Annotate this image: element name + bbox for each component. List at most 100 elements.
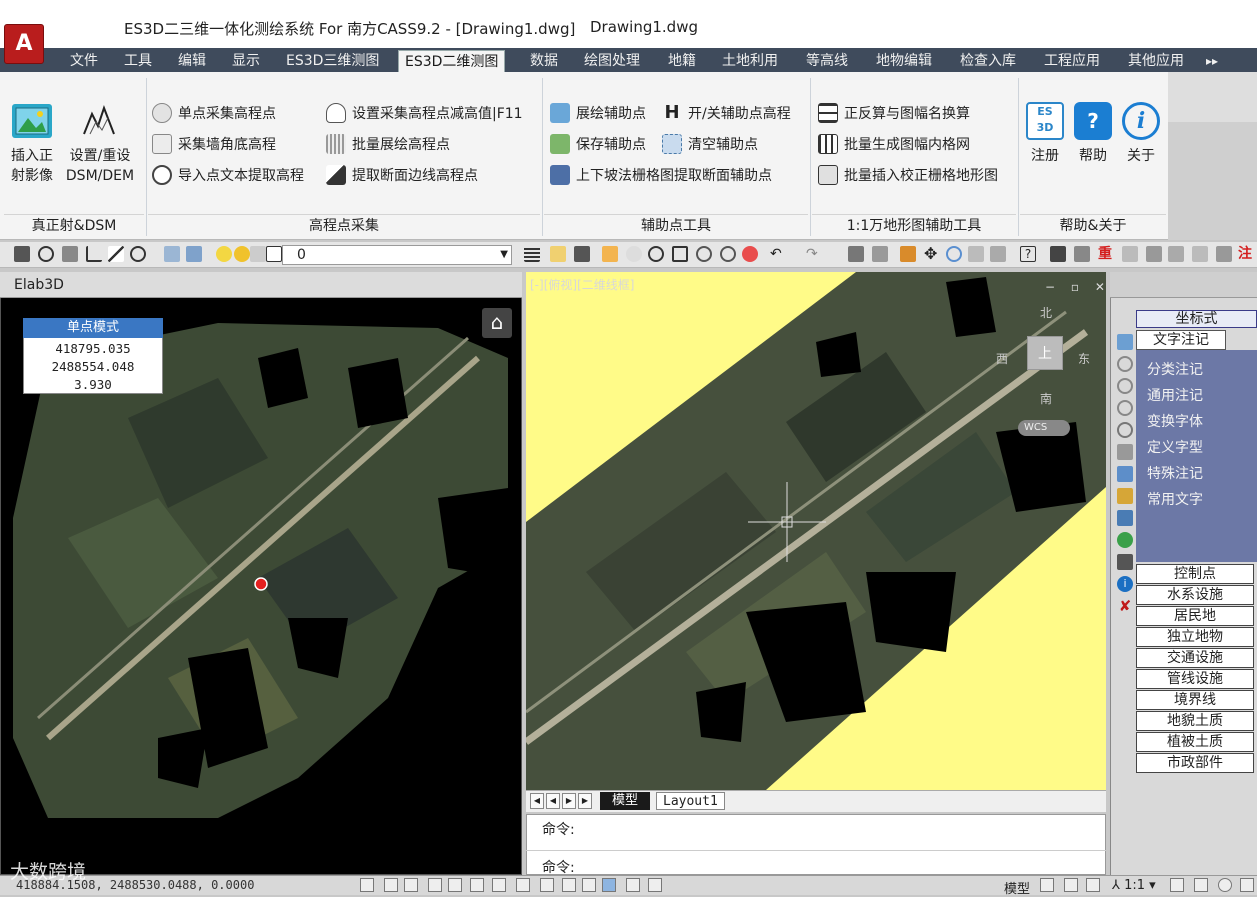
first-tab-icon[interactable]: ◀ bbox=[530, 793, 544, 809]
undo-panel-icon[interactable] bbox=[1117, 444, 1133, 460]
edit-pen-icon[interactable] bbox=[1117, 488, 1133, 504]
gear-icon[interactable] bbox=[1218, 878, 1232, 892]
traffic-facility-button[interactable]: 交通设施 bbox=[1136, 648, 1254, 668]
color-square-icon[interactable] bbox=[266, 246, 282, 262]
tab-land-use[interactable]: 土地利用 bbox=[716, 50, 784, 72]
zoom-previous-icon[interactable] bbox=[696, 246, 712, 262]
transparency-icon[interactable] bbox=[626, 878, 640, 892]
zoom-icon[interactable] bbox=[648, 246, 664, 262]
water-facility-button[interactable]: 水系设施 bbox=[1136, 585, 1254, 605]
control-point-button[interactable]: 控制点 bbox=[1136, 564, 1254, 584]
insert-image-icon[interactable] bbox=[12, 104, 52, 138]
quick-view-icon[interactable] bbox=[1064, 878, 1078, 892]
info-icon[interactable]: i bbox=[1117, 576, 1133, 592]
snap-icon[interactable] bbox=[14, 246, 30, 262]
map-sheet-conversion-button[interactable]: 正反算与图幅名换算 bbox=[818, 103, 970, 123]
municipal-parts-button[interactable]: 市政部件 bbox=[1136, 753, 1254, 773]
import-text-elevation-button[interactable]: 导入点文本提取高程 bbox=[152, 165, 304, 185]
landform-soil-button[interactable]: 地貌土质 bbox=[1136, 711, 1254, 731]
batch-grid-button[interactable]: 批量生成图幅内格网 bbox=[818, 134, 970, 154]
list-item[interactable]: 特殊注记 bbox=[1147, 463, 1203, 483]
toggle-aux-elevation-button[interactable]: H 开/关辅助点高程 bbox=[662, 103, 790, 123]
plot-aux-points-button[interactable]: 展绘辅助点 bbox=[550, 103, 646, 123]
refresh-icon[interactable] bbox=[1117, 532, 1133, 548]
tab-display[interactable]: 显示 bbox=[226, 50, 266, 72]
tab-contour[interactable]: 等高线 bbox=[800, 50, 854, 72]
center-snap-icon[interactable] bbox=[38, 246, 54, 262]
annotation-scale[interactable]: ⅄ 1:1 ▾ bbox=[1112, 878, 1156, 893]
prev-tab-icon[interactable]: ◀ bbox=[546, 793, 560, 809]
tab-cadastre[interactable]: 地籍 bbox=[662, 50, 702, 72]
perpendicular-icon[interactable] bbox=[86, 246, 102, 262]
aerial-3d-terrain[interactable] bbox=[8, 318, 518, 828]
zoom-window-icon[interactable] bbox=[672, 246, 688, 262]
check-icon[interactable] bbox=[1074, 246, 1090, 262]
bulb-icon[interactable] bbox=[216, 246, 232, 262]
save-aux-points-button[interactable]: 保存辅助点 bbox=[550, 134, 646, 154]
dynamic-input-icon[interactable] bbox=[562, 878, 576, 892]
list-item[interactable]: 定义字型 bbox=[1147, 437, 1203, 457]
heavy-icon[interactable]: 重 bbox=[1098, 246, 1114, 262]
save-icon[interactable] bbox=[574, 246, 590, 262]
wcs-dropdown[interactable]: WCS bbox=[1018, 420, 1070, 436]
batch-insert-raster-button[interactable]: 批量插入校正栅格地形图 bbox=[818, 165, 998, 185]
grid-display-icon[interactable] bbox=[404, 878, 418, 892]
layout-grid-icon[interactable] bbox=[1040, 878, 1054, 892]
viewport-window-controls[interactable]: − ▫ ✕ bbox=[1045, 280, 1111, 294]
open-folder-icon[interactable] bbox=[550, 246, 566, 262]
object-snap-icon[interactable] bbox=[470, 878, 484, 892]
tab-layout1[interactable]: Layout1 bbox=[656, 792, 725, 810]
vegetation-soil-button[interactable]: 植被土质 bbox=[1136, 732, 1254, 752]
tab-overflow-arrow-icon[interactable]: ▸▸ bbox=[1200, 50, 1224, 72]
tab-drawing[interactable]: 绘图处理 bbox=[578, 50, 646, 72]
trim-icon[interactable] bbox=[968, 246, 984, 262]
extend-icon[interactable] bbox=[990, 246, 1006, 262]
app-menu-button[interactable]: A bbox=[4, 24, 44, 64]
search-alt-icon[interactable] bbox=[1117, 378, 1133, 394]
pan-hand-icon[interactable] bbox=[626, 246, 642, 262]
tab-other[interactable]: 其他应用 bbox=[1122, 50, 1190, 72]
independent-feature-button[interactable]: 独立地物 bbox=[1136, 627, 1254, 647]
list-item[interactable]: 常用文字 bbox=[1147, 489, 1203, 509]
snap-tracking-icon[interactable] bbox=[492, 878, 506, 892]
annotate-icon[interactable] bbox=[1192, 246, 1208, 262]
command-input[interactable]: 命令: bbox=[542, 857, 575, 877]
layers-icon[interactable] bbox=[1117, 334, 1133, 350]
design-center-icon[interactable] bbox=[872, 246, 888, 262]
wall-corner-elevation-button[interactable]: 采集墙角底高程 bbox=[152, 134, 276, 154]
lock-ui-icon[interactable] bbox=[1240, 878, 1254, 892]
linetype-icon[interactable] bbox=[524, 246, 540, 262]
layer-dropdown[interactable]: 0 ▼ bbox=[282, 245, 512, 265]
about-info-icon[interactable]: i bbox=[1122, 102, 1160, 140]
stairs-icon[interactable] bbox=[1168, 246, 1184, 262]
dsm-settings-icon[interactable] bbox=[82, 104, 116, 138]
register-icon[interactable]: ES 3D bbox=[1026, 102, 1064, 140]
quick-view-drawings-icon[interactable] bbox=[1086, 878, 1100, 892]
viewport-label[interactable]: [-][俯视][二维线框] bbox=[530, 276, 634, 293]
export-icon[interactable] bbox=[1117, 510, 1133, 526]
about-button[interactable]: 关于 bbox=[1120, 146, 1162, 166]
selection-cycling-icon[interactable] bbox=[648, 878, 662, 892]
list-item[interactable]: 通用注记 bbox=[1147, 385, 1203, 405]
ortho-mode-icon[interactable] bbox=[428, 878, 442, 892]
grid-mode-icon[interactable] bbox=[384, 878, 398, 892]
table-icon[interactable] bbox=[1117, 554, 1133, 570]
zoom-in-icon[interactable] bbox=[1117, 400, 1133, 416]
register-button[interactable]: 注册 bbox=[1024, 146, 1066, 166]
redo-icon[interactable]: ↷ bbox=[806, 246, 822, 262]
angle-mode-icon[interactable] bbox=[516, 878, 530, 892]
search-icon[interactable] bbox=[1117, 356, 1133, 372]
help-button[interactable]: 帮助 bbox=[1072, 146, 1114, 166]
drawing-viewport[interactable] bbox=[526, 272, 1106, 790]
zoom-realtime-icon[interactable] bbox=[742, 246, 758, 262]
tab-check[interactable]: 检查入库 bbox=[954, 50, 1022, 72]
note-icon[interactable]: 注 bbox=[1238, 246, 1254, 262]
text-annotation-title[interactable]: 文字注记 bbox=[1136, 330, 1226, 350]
list-item[interactable]: 变换字体 bbox=[1147, 411, 1203, 431]
batch-plot-elevation-button[interactable]: 批量展绘高程点 bbox=[326, 134, 450, 154]
viewcube-top[interactable]: 上 bbox=[1027, 336, 1063, 370]
tab-feature-edit[interactable]: 地物编辑 bbox=[870, 50, 938, 72]
tab-file[interactable]: 文件 bbox=[64, 50, 104, 72]
tab-es3d-2d[interactable]: ES3D二维测图 bbox=[398, 50, 506, 72]
tab-edit[interactable]: 编辑 bbox=[172, 50, 212, 72]
